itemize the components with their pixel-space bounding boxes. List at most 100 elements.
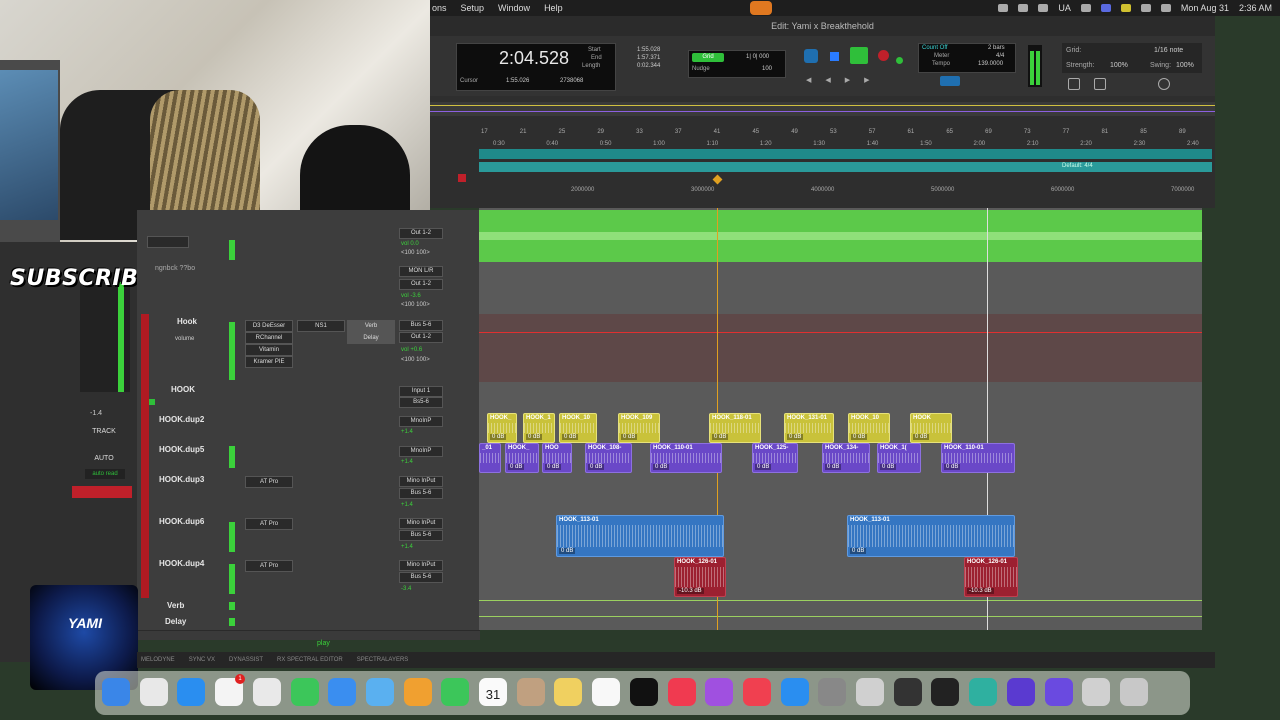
screen-mirroring-icon[interactable]: [1100, 4, 1111, 12]
strength-value[interactable]: 100%: [1110, 62, 1128, 69]
messages-icon[interactable]: [290, 678, 319, 706]
track-row[interactable]: Out 1-2 vol 0.0 <100 100>: [137, 210, 480, 263]
audio-file-icon[interactable]: [1082, 678, 1111, 706]
record-button[interactable]: [878, 50, 889, 61]
output-selector[interactable]: Out 1-2: [399, 332, 443, 343]
menu-help[interactable]: Help: [544, 3, 563, 13]
meter-ruler[interactable]: [479, 162, 1212, 172]
uad-icon[interactable]: [969, 678, 998, 706]
audio-clip[interactable]: HOOK_113-01 0 dB: [847, 515, 1015, 557]
input-selector[interactable]: Mino InPut: [399, 518, 443, 529]
automation-mode[interactable]: volume: [175, 336, 194, 342]
clip-gain[interactable]: 0 dB: [880, 464, 897, 470]
input-selector[interactable]: MnoInP: [399, 446, 443, 457]
count-off-label[interactable]: Count Off: [922, 45, 948, 51]
clip-gain[interactable]: 0 dB: [944, 464, 961, 470]
clip-gain[interactable]: 0 dB: [490, 434, 507, 440]
clip-gain[interactable]: 0 dB: [562, 434, 579, 440]
track-row-hook-dup5[interactable]: HOOK.dup5 MnoInP +1.4: [137, 442, 480, 473]
audio-clip[interactable]: HOO 0 dB: [542, 443, 572, 473]
pan-value[interactable]: <100 100>: [401, 250, 430, 256]
facetime-icon[interactable]: [441, 678, 470, 706]
track-name[interactable]: Hook: [177, 317, 197, 326]
launchpad-icon[interactable]: [139, 678, 168, 706]
input-selector[interactable]: Mino InPut: [399, 560, 443, 571]
status-icon[interactable]: [1080, 4, 1091, 12]
insert-slot[interactable]: Kramer PIE: [245, 356, 293, 368]
track-name[interactable]: Verb: [167, 601, 184, 610]
freeform-icon[interactable]: [592, 678, 621, 706]
status-icon[interactable]: [1018, 4, 1029, 12]
clip-gain[interactable]: 0 dB: [526, 434, 543, 440]
volume-automation-line[interactable]: [479, 332, 1202, 333]
track-row[interactable]: ngnbck ??bo MON L/R Out 1-2 vol -3.6 <10…: [137, 262, 480, 315]
grid-note-value[interactable]: 1/16 note: [1154, 47, 1183, 54]
start-value[interactable]: 1:55.028: [637, 47, 660, 53]
trash-icon[interactable]: [1119, 678, 1148, 706]
tempo-value[interactable]: 139.0000: [978, 61, 1003, 67]
insert-slot[interactable]: RChannel: [245, 332, 293, 344]
insert-slot[interactable]: AT Pro: [245, 476, 293, 488]
insert-slot[interactable]: AT Pro: [245, 518, 293, 530]
zoom-out-icon[interactable]: [1094, 78, 1106, 90]
output-selector[interactable]: Out 1-2: [399, 228, 443, 239]
input-selector[interactable]: Input 1: [399, 386, 443, 397]
clip-gain[interactable]: 0 dB: [850, 548, 867, 554]
track-name[interactable]: ngnbck ??bo: [155, 265, 195, 272]
audio-clip[interactable]: HOOK_1 0 dB: [523, 413, 555, 443]
input-language[interactable]: UA: [1058, 3, 1071, 13]
audio-region-full[interactable]: [479, 210, 1202, 262]
status-icon[interactable]: [1038, 4, 1049, 12]
finder-icon[interactable]: [102, 678, 130, 706]
clip-gain[interactable]: -10.3 dB: [677, 588, 704, 594]
mic-indicator-icon[interactable]: [750, 1, 772, 15]
input-selector[interactable]: Bus 5-6: [399, 320, 443, 331]
send-slot[interactable]: Verb: [347, 320, 395, 332]
loop-icon[interactable]: [804, 49, 818, 63]
track-row-hook-dup2[interactable]: HOOK.dup2 MnoInP +1.4: [137, 412, 480, 443]
plugin-sync-vx[interactable]: SYNC VX: [189, 657, 215, 663]
volume-value[interactable]: +1.4: [401, 429, 413, 435]
output-selector[interactable]: Bs5-6: [399, 397, 443, 408]
audio-clip[interactable]: HOOK_109 0 dB: [618, 413, 660, 443]
volume-value[interactable]: vol +0.6: [401, 347, 422, 353]
end-value[interactable]: 1:57.371: [637, 55, 660, 61]
track-name[interactable]: HOOK.dup3: [159, 475, 204, 484]
record-marker-icon[interactable]: [458, 174, 466, 182]
stop-button[interactable]: [830, 52, 839, 61]
clip-gain[interactable]: 0 dB: [588, 464, 605, 470]
plugin-spectralayers[interactable]: SPECTRALAYERS: [357, 657, 409, 663]
audio-clip[interactable]: HOOK_110-01 0 dB: [941, 443, 1015, 473]
clip-gain[interactable]: 0 dB: [653, 464, 670, 470]
menubar-time[interactable]: 2:36 AM: [1239, 3, 1272, 13]
volume-value[interactable]: +1.4: [401, 502, 413, 508]
meter-value[interactable]: 4/4: [996, 53, 1004, 59]
pan-value[interactable]: <100 100>: [401, 302, 430, 308]
control-center-icon[interactable]: [1160, 4, 1171, 12]
length-value[interactable]: 0:02.344: [637, 63, 660, 69]
clip-gain[interactable]: 0 dB: [913, 434, 930, 440]
audio-clip[interactable]: HOOK_113-01 0 dB: [556, 515, 724, 557]
automation-mode[interactable]: auto read: [85, 469, 125, 479]
track-name[interactable]: HOOK: [171, 385, 195, 394]
maps-icon[interactable]: [365, 678, 394, 706]
insert-slot[interactable]: NS1: [297, 320, 345, 332]
protools2-icon[interactable]: [1044, 678, 1073, 706]
audio-clip[interactable]: HOOK_118-01 0 dB: [709, 413, 761, 443]
safari-icon[interactable]: [177, 678, 206, 706]
track-row-hook-dup4[interactable]: HOOK.dup4 AT Pro Mino InPut Bus 5-6 -3.4: [137, 556, 480, 599]
audio-clip[interactable]: HOOK_1(0 dB: [877, 443, 921, 473]
zoom-icon[interactable]: [1068, 78, 1080, 90]
meter-marker[interactable]: Default: 4/4: [1062, 163, 1093, 169]
insert-slot[interactable]: Vitamin: [245, 344, 293, 356]
audio-clip[interactable]: HOOK_ 0 dB: [487, 413, 517, 443]
volume-value[interactable]: -3.4: [401, 586, 411, 592]
track-name[interactable]: HOOK.dup4: [159, 559, 204, 568]
mail-icon[interactable]: [328, 678, 357, 706]
insert-slot[interactable]: AT Pro: [245, 560, 293, 572]
audio-clip[interactable]: HOOK_126-01 -10.3 dB: [964, 557, 1018, 597]
audio-clip[interactable]: HOOK_131-01 0 dB: [784, 413, 834, 443]
automation-lane[interactable]: [479, 314, 1202, 382]
battery-icon[interactable]: [1120, 4, 1131, 12]
volume-value[interactable]: +1.4: [401, 544, 413, 550]
